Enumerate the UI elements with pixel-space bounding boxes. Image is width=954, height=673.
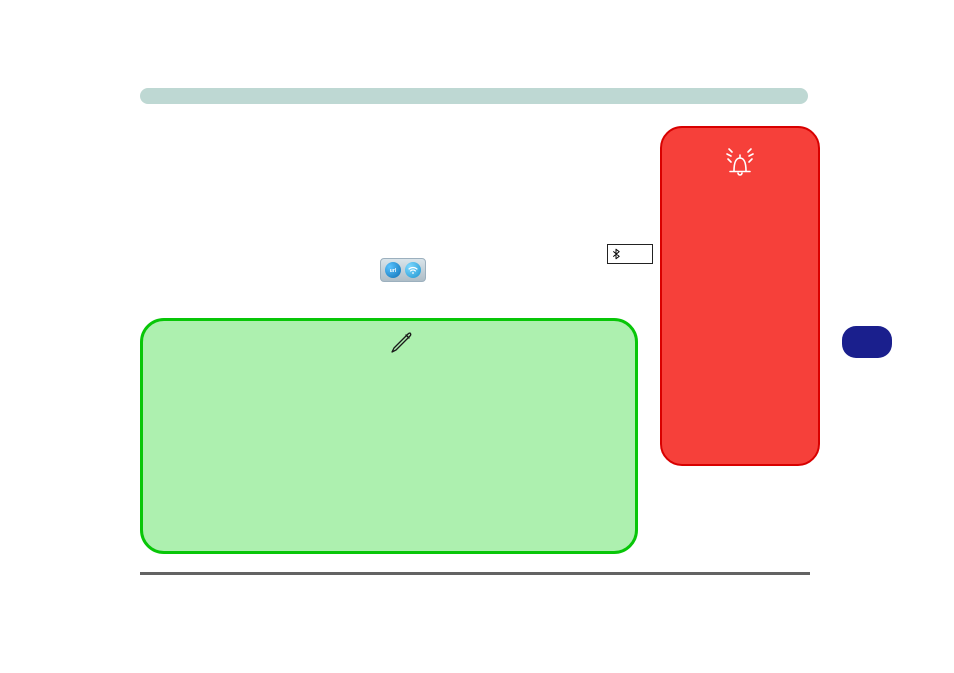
network-badge[interactable]: url (380, 258, 426, 282)
wifi-icon (405, 262, 421, 278)
top-bar (140, 88, 808, 104)
bottom-rule (140, 572, 810, 575)
bluetooth-icon (612, 248, 620, 260)
edit-panel (140, 318, 638, 554)
side-pill[interactable] (842, 326, 892, 358)
alarm-bell-icon (722, 146, 758, 176)
alert-panel (660, 126, 820, 466)
svg-text:url: url (390, 268, 397, 274)
diagram-canvas: url (0, 0, 954, 673)
bluetooth-button[interactable] (607, 244, 653, 264)
url-indicator-icon: url (385, 262, 401, 278)
